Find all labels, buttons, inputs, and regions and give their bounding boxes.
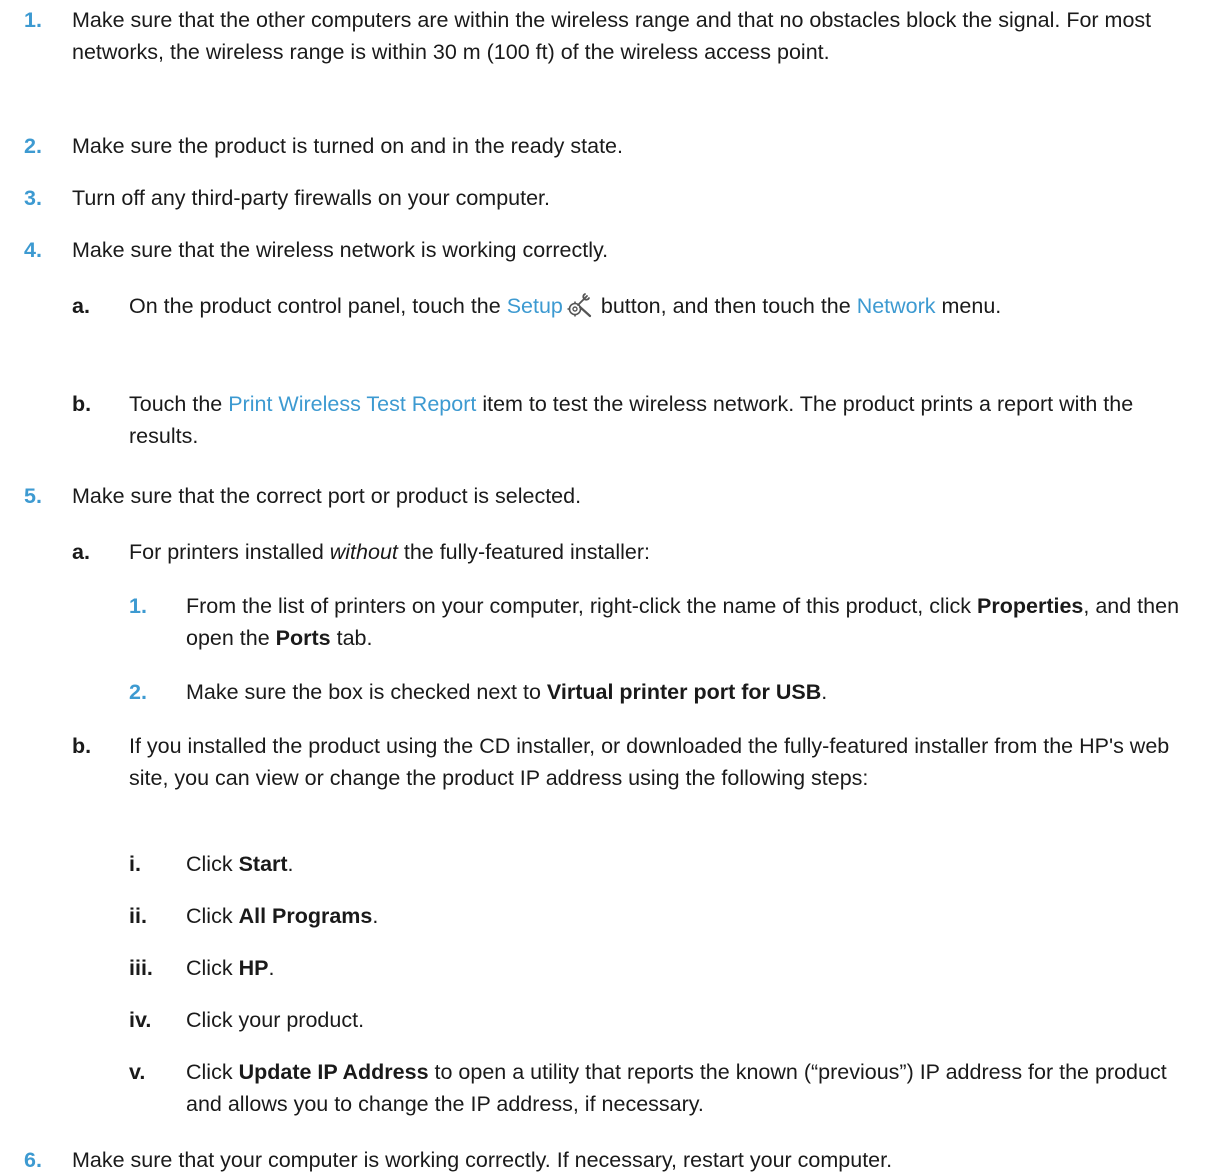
step-text: Make sure that the wireless network is w… <box>72 238 609 262</box>
substep-number: 1. <box>129 594 147 618</box>
substep-number: 2. <box>129 680 147 704</box>
substep-text: If you installed the product using the C… <box>129 734 1170 790</box>
substep-text: From the list of printers on your comput… <box>186 594 1180 650</box>
setup-menu-name: Setup <box>506 294 563 318</box>
substep-letter: a. <box>72 294 90 318</box>
print-wireless-test-report-item: Print Wireless Test Report <box>228 392 477 416</box>
substep-text: Touch the Print Wireless Test Report ite… <box>129 392 1134 448</box>
step-number: 5. <box>24 484 42 508</box>
step-number: 2. <box>24 134 42 158</box>
step-text: Turn off any third-party firewalls on yo… <box>72 186 550 210</box>
network-menu-name: Network <box>856 294 936 318</box>
substep-text: Click Update IP Address to open a utilit… <box>186 1060 1167 1116</box>
substep-letter: b. <box>72 734 92 758</box>
substep-text: Click your product. <box>186 1008 365 1032</box>
step-text: Make sure the product is turned on and i… <box>72 134 623 158</box>
step-number: 1. <box>24 8 42 32</box>
step-text: Make sure that the correct port or produ… <box>72 484 582 508</box>
substep-roman: iii. <box>129 956 153 980</box>
setup-wrench-gear-icon <box>567 293 591 318</box>
substep-roman: iv. <box>129 1008 152 1032</box>
substep-text: On the product control panel, touch the … <box>129 293 1002 318</box>
substep-roman: v. <box>129 1060 146 1084</box>
substep-text: Click All Programs. <box>186 904 379 928</box>
substep-letter: a. <box>72 540 90 564</box>
step-text: Make sure that the other computers are w… <box>72 8 1152 64</box>
substep-text: Click Start. <box>186 852 294 876</box>
substep-letter: b. <box>72 392 92 416</box>
step-number: 3. <box>24 186 42 210</box>
substep-text: Click HP. <box>186 956 275 980</box>
substep-text: Make sure the box is checked next to Vir… <box>186 680 828 704</box>
substep-roman: i. <box>129 852 141 876</box>
step-number: 6. <box>24 1148 42 1172</box>
step-number: 4. <box>24 238 42 262</box>
substep-text: For printers installed without the fully… <box>129 540 651 564</box>
step-text: Make sure that your computer is working … <box>72 1148 893 1172</box>
substep-roman: ii. <box>129 904 147 928</box>
